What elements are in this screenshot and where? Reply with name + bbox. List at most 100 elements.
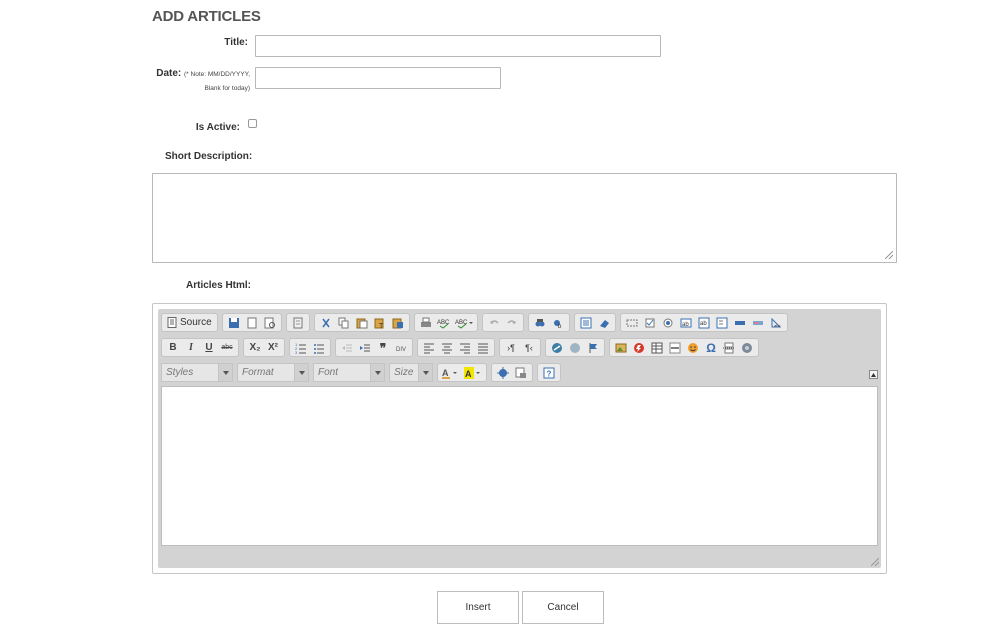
new-page-icon[interactable] [244,315,260,331]
editor-resize-grip-icon[interactable] [871,558,879,566]
bold-button[interactable]: B [165,340,181,356]
toolbar-group-colors: A A [437,363,487,382]
copy-icon[interactable] [336,315,352,331]
checkbox-field-icon[interactable] [642,315,658,331]
image-icon[interactable] [613,340,629,356]
collapse-toolbar-button[interactable] [869,370,878,379]
toolbar-group-help: ? [537,363,561,382]
toolbar-group-align [417,338,495,357]
save-icon[interactable] [226,315,242,331]
maximize-icon[interactable] [495,365,511,381]
unlink-icon[interactable] [567,340,583,356]
preview-icon[interactable] [262,315,278,331]
toolbar-group-undo [481,313,524,332]
undo-icon[interactable] [486,315,502,331]
paste-icon[interactable] [354,315,370,331]
editor-content-area[interactable] [161,386,878,546]
resize-grip-icon[interactable] [885,251,893,259]
select-all-icon[interactable] [578,315,594,331]
toolbar-group-find: b [527,313,570,332]
subscript-button[interactable]: X₂ [247,340,263,356]
editor-chrome: Source T ABC ABC b ab ab abc B I U abc X… [158,309,881,568]
toolbar-group-forms: ab ab abc [619,313,788,332]
smiley-icon[interactable] [685,340,701,356]
background-color-icon[interactable]: A [463,365,483,381]
align-right-icon[interactable] [457,340,473,356]
short-description-textarea[interactable] [152,173,897,263]
justify-icon[interactable] [475,340,491,356]
horizontal-rule-icon[interactable] [667,340,683,356]
align-center-icon[interactable] [439,340,455,356]
cut-icon[interactable] [318,315,334,331]
italic-button[interactable]: I [183,340,199,356]
date-input[interactable] [255,67,501,89]
spellcheck-as-you-type-icon[interactable]: ABC [454,315,474,331]
print-icon[interactable] [418,315,434,331]
paste-text-icon[interactable]: T [372,315,388,331]
indent-icon[interactable] [357,340,373,356]
font-dropdown[interactable]: Font [313,363,385,382]
is-active-checkbox[interactable] [248,119,257,128]
page-title: ADD ARTICLES [152,8,261,25]
paste-word-icon[interactable] [390,315,406,331]
link-icon[interactable] [549,340,565,356]
text-direction-ltr-icon[interactable]: ›¶ [503,340,519,356]
text-color-icon[interactable]: A [441,365,461,381]
hidden-field-icon[interactable]: abc [768,315,784,331]
anchor-icon[interactable] [585,340,601,356]
image-button-icon[interactable] [750,315,766,331]
text-direction-rtl-icon[interactable]: ¶‹ [521,340,537,356]
size-dropdown[interactable]: Size [389,363,433,382]
align-left-icon[interactable] [421,340,437,356]
chevron-down-icon[interactable] [218,363,233,382]
iframe-icon[interactable] [739,340,755,356]
chevron-down-icon[interactable] [418,363,433,382]
templates-icon[interactable] [290,315,306,331]
create-div-icon[interactable]: DIV [393,340,409,356]
title-input[interactable] [255,35,661,57]
flash-icon[interactable] [631,340,647,356]
numbered-list-icon[interactable]: 123 [293,340,309,356]
styles-placeholder: Styles [161,363,218,382]
remove-format-icon[interactable] [596,315,612,331]
spellcheck-icon[interactable]: ABC [436,315,452,331]
form-icon[interactable] [624,315,640,331]
format-dropdown[interactable]: Format [237,363,309,382]
cancel-button[interactable]: Cancel [522,591,604,624]
button-field-icon[interactable] [732,315,748,331]
source-button[interactable]: Source [165,317,214,328]
underline-button[interactable]: U [201,340,217,356]
redo-icon[interactable] [504,315,520,331]
help-icon[interactable]: ? [541,365,557,381]
toolbar-group-document: Source [161,313,218,332]
toolbar-row-3: Styles Format Font Size A A ? [161,363,561,383]
superscript-button[interactable]: X² [265,340,281,356]
text-field-icon[interactable]: ab [678,315,694,331]
toolbar-group-direction: ›¶ ¶‹ [499,338,541,357]
chevron-down-icon[interactable] [370,363,385,382]
rich-text-editor: Source T ABC ABC b ab ab abc B I U abc X… [152,303,887,574]
find-icon[interactable] [532,315,548,331]
page-break-icon[interactable] [721,340,737,356]
toolbar-group-links [545,338,605,357]
textarea-field-icon[interactable]: ab [696,315,712,331]
outdent-icon[interactable] [339,340,355,356]
show-blocks-icon[interactable] [513,365,529,381]
bulleted-list-icon[interactable] [311,340,327,356]
table-icon[interactable] [649,340,665,356]
toolbar-row-1: Source T ABC ABC b ab ab abc [161,313,788,333]
strikethrough-button[interactable]: abc [219,340,235,356]
chevron-down-icon[interactable] [294,363,309,382]
replace-icon[interactable]: b [550,315,566,331]
radio-field-icon[interactable] [660,315,676,331]
insert-button[interactable]: Insert [437,591,519,624]
blockquote-icon[interactable]: ❞ [375,340,391,356]
select-field-icon[interactable] [714,315,730,331]
svg-text:ab: ab [700,321,707,327]
styles-dropdown[interactable]: Styles [161,363,233,382]
size-placeholder: Size [389,363,418,382]
toolbar-group-clipboard: T [313,313,410,332]
is-active-label: Is Active: [195,122,240,133]
articles-html-label: Articles Html: [186,280,252,291]
special-char-icon[interactable]: Ω [703,340,719,356]
